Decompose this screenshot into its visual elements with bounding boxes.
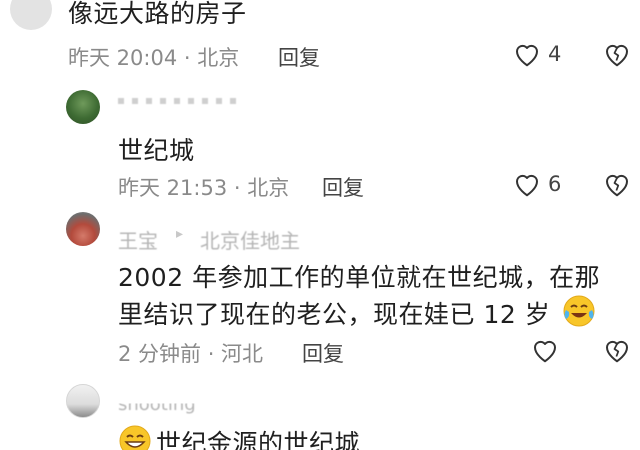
user-name xyxy=(118,92,238,110)
comment-text: 像远大路的房子 xyxy=(68,0,247,28)
dislike-button[interactable] xyxy=(602,170,632,198)
comment-text: 世纪城 xyxy=(118,136,195,165)
like-count: 4 xyxy=(548,42,562,66)
like-count: 6 xyxy=(548,172,562,196)
avatar[interactable] xyxy=(66,384,100,418)
comment-meta: 2 分钟前 · 河北 xyxy=(118,342,264,366)
reply-button[interactable]: 回复 xyxy=(278,42,320,72)
avatar[interactable] xyxy=(66,90,100,124)
like-button[interactable]: 4 xyxy=(512,40,561,68)
comment-meta: 昨天 21:53 · 北京 xyxy=(118,176,290,200)
broken-heart-outline-icon xyxy=(606,340,628,363)
broken-heart-outline-icon xyxy=(606,44,628,67)
comment-meta: 昨天 20:04 · 北京 xyxy=(68,46,240,70)
laughing-tears-emoji xyxy=(563,295,595,327)
avatar[interactable] xyxy=(10,0,52,30)
reply-button[interactable]: 回复 xyxy=(322,172,364,202)
grinning-emoji xyxy=(119,425,151,450)
reply-to-name: 北京佳地主 xyxy=(200,229,300,253)
heart-outline-icon xyxy=(516,174,538,197)
dislike-button[interactable] xyxy=(602,40,632,68)
like-button[interactable]: 6 xyxy=(512,170,561,198)
user-name: shooting xyxy=(118,394,196,415)
heart-outline-icon xyxy=(534,340,556,363)
like-button[interactable] xyxy=(530,336,560,364)
avatar[interactable] xyxy=(66,212,100,246)
user-name: 王宝 xyxy=(118,229,158,253)
reply-button[interactable]: 回复 xyxy=(302,338,344,368)
comment-text: 世纪金源的世纪城 xyxy=(156,429,361,450)
comment-text-line-2: 里结识了现在的老公，现在娃已 12 岁 xyxy=(118,300,551,329)
broken-heart-outline-icon xyxy=(606,174,628,197)
heart-outline-icon xyxy=(516,44,538,67)
comment-text-line-1: 2002 年参加工作的单位就在世纪城，在那 xyxy=(118,263,601,292)
reply-arrow-icon: ▸ xyxy=(176,226,184,242)
dislike-button[interactable] xyxy=(602,336,632,364)
